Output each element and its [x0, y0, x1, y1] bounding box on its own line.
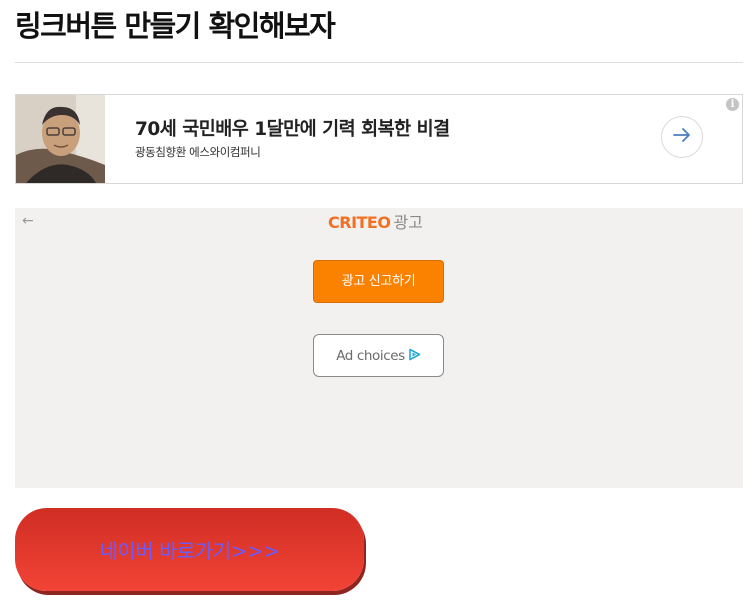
adchoices-label: Ad choices — [336, 347, 405, 364]
arrow-right-icon — [672, 127, 692, 147]
criteo-ad-panel: ← CRITEO 광고 광고 신고하기 Ad choices — [15, 208, 743, 488]
ad-sponsor: 광동침향환 에스와이컴퍼니 — [135, 145, 261, 159]
naver-link-label: 네이버 바로가기>>> — [99, 539, 280, 563]
ad-go-button[interactable] — [661, 116, 703, 158]
naver-link-button[interactable]: 네이버 바로가기>>> — [15, 508, 364, 591]
criteo-logo: CRITEO — [328, 213, 391, 232]
title-divider — [15, 62, 743, 63]
ad-label: 광고 — [393, 213, 423, 232]
ad-headline[interactable]: 70세 국민배우 1달만에 기력 회복한 비결 — [135, 115, 450, 141]
back-arrow-icon[interactable]: ← — [22, 213, 34, 229]
adchoices-button[interactable]: Ad choices — [313, 334, 444, 377]
page-title: 링크버튼 만들기 확인해보자 — [15, 9, 336, 43]
criteo-brand: CRITEO 광고 — [328, 209, 423, 233]
ad-info-icon[interactable]: i — [726, 98, 739, 111]
ad-thumbnail-image — [16, 95, 105, 183]
report-ad-button[interactable]: 광고 신고하기 — [313, 260, 444, 303]
native-ad-card[interactable]: 70세 국민배우 1달만에 기력 회복한 비결 광동침향환 에스와이컴퍼니 i — [15, 94, 743, 184]
adchoices-icon — [408, 346, 421, 365]
